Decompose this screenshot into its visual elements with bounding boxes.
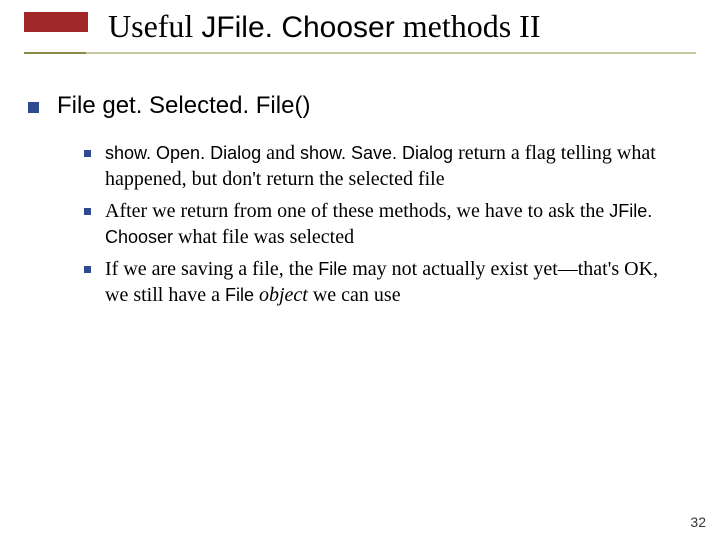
text-span: we can use xyxy=(308,284,401,306)
heading: File get. Selected. File() xyxy=(57,92,310,120)
content: File get. Selected. File() show. Open. D… xyxy=(28,92,696,314)
square-bullet-icon xyxy=(84,208,91,215)
title-underline xyxy=(24,52,696,54)
square-bullet-icon xyxy=(28,102,39,113)
code-span: File xyxy=(225,285,254,305)
list-item: show. Open. Dialog and show. Save. Dialo… xyxy=(84,140,696,192)
title-pre: Useful xyxy=(108,8,201,44)
bullet-text: After we return from one of these method… xyxy=(105,198,665,250)
code-span: File xyxy=(318,259,347,279)
bullet-text: If we are saving a file, the File may no… xyxy=(105,256,665,308)
text-span: and xyxy=(261,142,300,164)
page-number: 32 xyxy=(690,514,706,530)
italic-span: object xyxy=(254,284,308,306)
list-item: If we are saving a file, the File may no… xyxy=(84,256,696,308)
code-span: show. Open. Dialog xyxy=(105,143,261,163)
bullet-text: show. Open. Dialog and show. Save. Dialo… xyxy=(105,140,665,192)
text-span: what file was selected xyxy=(173,226,354,248)
code-span: show. Save. Dialog xyxy=(300,143,453,163)
title-post: methods II xyxy=(395,8,541,44)
title-code: JFile. Chooser xyxy=(201,11,394,44)
list-item: File get. Selected. File() xyxy=(28,92,696,120)
slide-title: Useful JFile. Chooser methods II xyxy=(108,8,540,45)
accent-bar xyxy=(24,12,88,32)
square-bullet-icon xyxy=(84,150,91,157)
sublist: show. Open. Dialog and show. Save. Dialo… xyxy=(84,140,696,308)
list-item: After we return from one of these method… xyxy=(84,198,696,250)
text-span: After we return from one of these method… xyxy=(105,200,609,222)
square-bullet-icon xyxy=(84,266,91,273)
text-span: If we are saving a file, the xyxy=(105,258,318,280)
